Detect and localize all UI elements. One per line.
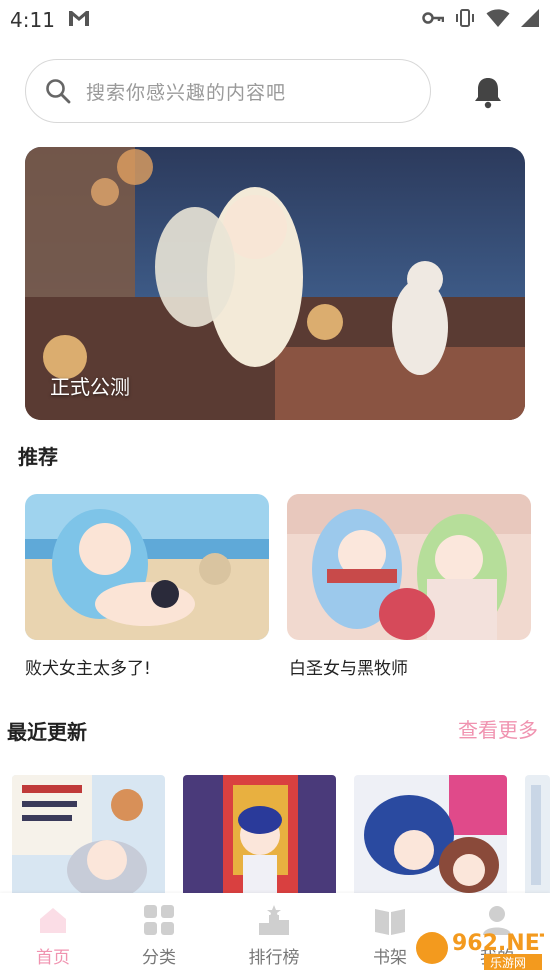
wifi-icon — [486, 9, 510, 27]
watermark-sub: 乐游网 — [490, 956, 526, 970]
search-input[interactable]: 搜索你感兴趣的内容吧 — [25, 59, 431, 123]
gmail-icon — [69, 11, 89, 26]
watermark-image: 962.NET 乐游网 — [416, 931, 550, 970]
recommend-title: 推荐 — [18, 445, 58, 469]
watermark-logo: 962.NET 乐游网 — [414, 924, 550, 972]
recent-cover[interactable] — [525, 775, 550, 893]
nav-label: 分类 — [142, 948, 176, 968]
banner-label: 正式公测 — [50, 375, 130, 399]
view-more-link[interactable]: 查看更多 — [458, 714, 538, 743]
status-time: 4:11 — [10, 8, 55, 32]
recent-cover[interactable] — [183, 775, 336, 893]
cover-image — [25, 494, 269, 640]
nav-item-category[interactable]: 分类 — [119, 903, 199, 968]
signal-icon — [521, 9, 539, 27]
banner-carousel[interactable]: 正式公测 — [25, 147, 525, 420]
recent-title: 最近更新 — [7, 720, 87, 744]
cover-image — [183, 775, 336, 893]
search-placeholder: 搜索你感兴趣的内容吧 — [86, 81, 287, 104]
cover-image — [525, 775, 550, 893]
home-icon — [40, 908, 66, 933]
bell-icon[interactable] — [470, 74, 506, 110]
recent-cover[interactable] — [12, 775, 165, 893]
search-icon — [46, 79, 71, 104]
cover-image — [287, 494, 531, 640]
recommend-card[interactable] — [287, 494, 531, 640]
category-icon — [144, 905, 174, 935]
recommend-card[interactable] — [25, 494, 269, 640]
vpn-key-icon — [422, 12, 444, 24]
bookshelf-icon — [375, 909, 405, 935]
cover-image — [354, 775, 507, 893]
nav-label: 首页 — [36, 948, 70, 968]
recommend-item-title[interactable]: 白圣女与黑牧师 — [289, 654, 408, 679]
nav-label: 排行榜 — [248, 948, 300, 968]
vibrate-icon — [456, 9, 474, 27]
nav-item-home[interactable]: 首页 — [13, 903, 93, 968]
status-bar: 4:11 — [0, 0, 550, 40]
ranking-icon — [259, 905, 289, 935]
watermark-text: 962.NET — [452, 931, 544, 956]
cover-image — [12, 775, 165, 893]
nav-item-ranking[interactable]: 排行榜 — [234, 903, 314, 968]
recommend-item-title[interactable]: 败犬女主太多了! — [25, 654, 151, 679]
recent-cover[interactable] — [354, 775, 507, 893]
status-icons — [422, 8, 540, 28]
